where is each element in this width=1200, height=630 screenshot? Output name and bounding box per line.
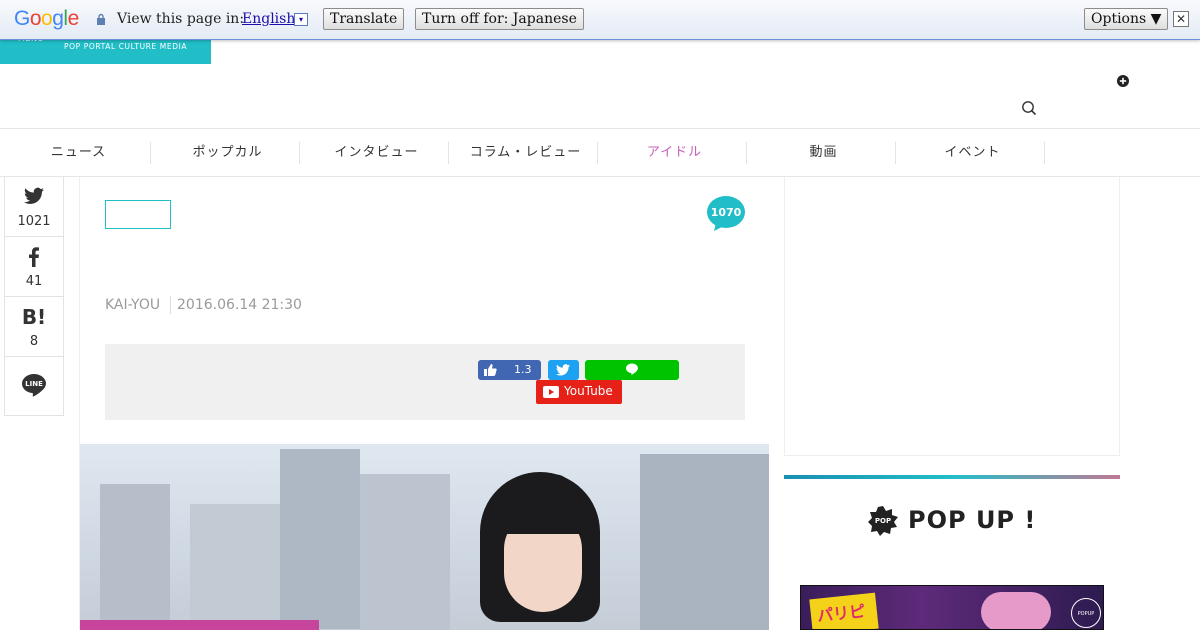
facebook-icon bbox=[29, 247, 39, 267]
google-logo: Google bbox=[14, 7, 79, 30]
article-main: 1070 KAI-YOU 2016.06.14 21:30 1.3 YouTub… bbox=[79, 177, 769, 630]
nav-item-interview[interactable]: インタビュー bbox=[302, 141, 451, 165]
nav-item-news[interactable]: ニュース bbox=[4, 141, 153, 165]
nav-divider bbox=[150, 142, 151, 164]
view-page-label: View this page in: bbox=[117, 11, 245, 27]
nav-item-event[interactable]: イベント bbox=[898, 141, 1047, 165]
close-icon[interactable]: ✕ bbox=[1173, 11, 1189, 27]
thumb-report-badge: POPUP REPORT bbox=[1071, 598, 1101, 628]
nav-divider bbox=[746, 142, 747, 164]
lock-icon bbox=[97, 13, 105, 25]
language-dropdown-icon[interactable]: ▾ bbox=[294, 13, 308, 26]
hatena-icon: B! bbox=[21, 305, 47, 329]
thumb-pink-shape bbox=[981, 592, 1051, 629]
share-facebook[interactable]: 41 bbox=[5, 237, 63, 297]
youtube-button[interactable]: YouTube bbox=[536, 380, 622, 404]
nav-divider bbox=[299, 142, 300, 164]
share-twitter[interactable]: 1021 bbox=[5, 177, 63, 237]
nav-divider bbox=[895, 142, 896, 164]
youtube-label: YouTube bbox=[564, 384, 613, 398]
popup-thumbnail[interactable]: パリピ POPUP REPORT bbox=[800, 585, 1104, 630]
category-tag[interactable] bbox=[105, 200, 171, 229]
line-share-button[interactable] bbox=[585, 360, 679, 380]
article-author[interactable]: KAI-YOU bbox=[105, 297, 160, 313]
nav-divider bbox=[597, 142, 598, 164]
site-tagline: POP PORTAL CULTURE MEDIA bbox=[64, 42, 188, 51]
turn-off-button[interactable]: Turn off for: Japanese bbox=[415, 8, 584, 30]
photo-subject-bangs bbox=[500, 500, 586, 534]
facebook-like-button[interactable]: 1.3 bbox=[478, 360, 541, 380]
twitter-share-count: 1021 bbox=[17, 214, 51, 229]
translate-button[interactable]: Translate bbox=[323, 8, 405, 30]
building-shape bbox=[280, 449, 360, 629]
nav-divider bbox=[448, 142, 449, 164]
comment-count[interactable]: 1070 bbox=[706, 206, 746, 219]
main-nav: ニュース ポップカル インタビュー コラム・レビュー アイドル 動画 イベント bbox=[0, 128, 1200, 177]
nav-item-video[interactable]: 動画 bbox=[749, 141, 898, 165]
youtube-icon bbox=[543, 386, 559, 398]
language-link[interactable]: English bbox=[242, 11, 295, 27]
nav-divider bbox=[1044, 142, 1045, 164]
line-label: LINE bbox=[25, 380, 43, 388]
twitter-icon bbox=[556, 364, 570, 376]
hero-caption-bar bbox=[80, 620, 319, 630]
plus-circle-icon[interactable] bbox=[1117, 75, 1129, 87]
article-hero-image bbox=[80, 444, 769, 630]
ad-slot bbox=[784, 177, 1120, 456]
nav-item-idol[interactable]: アイドル bbox=[600, 141, 749, 165]
thumb-text: パリピ bbox=[816, 601, 867, 626]
facebook-share-count: 41 bbox=[25, 274, 43, 289]
popup-title: POP UP ! bbox=[908, 506, 1037, 534]
meta-divider bbox=[170, 296, 171, 314]
building-shape bbox=[360, 474, 450, 630]
thumbs-up-icon bbox=[484, 364, 497, 376]
search-icon[interactable] bbox=[1021, 100, 1037, 116]
nav-item-popculture[interactable]: ポップカル bbox=[153, 141, 302, 165]
hatena-share-count: 8 bbox=[29, 334, 39, 349]
facebook-like-count: 1.3 bbox=[514, 363, 532, 376]
nav-item-column-review[interactable]: コラム・レビュー bbox=[451, 141, 600, 165]
options-button[interactable]: Options ▼ bbox=[1084, 8, 1169, 30]
line-icon bbox=[626, 363, 638, 375]
pop-badge-label: POP bbox=[874, 517, 892, 525]
twitter-icon bbox=[24, 187, 44, 204]
translate-bar: Google View this page in: English ▾ Tran… bbox=[0, 0, 1200, 40]
share-sidebar: 1021 41 B! 8 LINE bbox=[4, 177, 64, 416]
tweet-button[interactable] bbox=[548, 360, 579, 380]
popup-section: POP POP UP ! パリピ POPUP REPORT bbox=[784, 475, 1120, 630]
share-line[interactable]: LINE bbox=[5, 357, 63, 417]
building-shape bbox=[640, 454, 769, 630]
building-shape bbox=[100, 484, 170, 630]
social-buttons-box: 1.3 YouTube bbox=[105, 344, 745, 420]
article-date: 2016.06.14 21:30 bbox=[177, 297, 302, 313]
share-hatena[interactable]: B! 8 bbox=[5, 297, 63, 357]
popup-gradient-line bbox=[784, 475, 1120, 479]
